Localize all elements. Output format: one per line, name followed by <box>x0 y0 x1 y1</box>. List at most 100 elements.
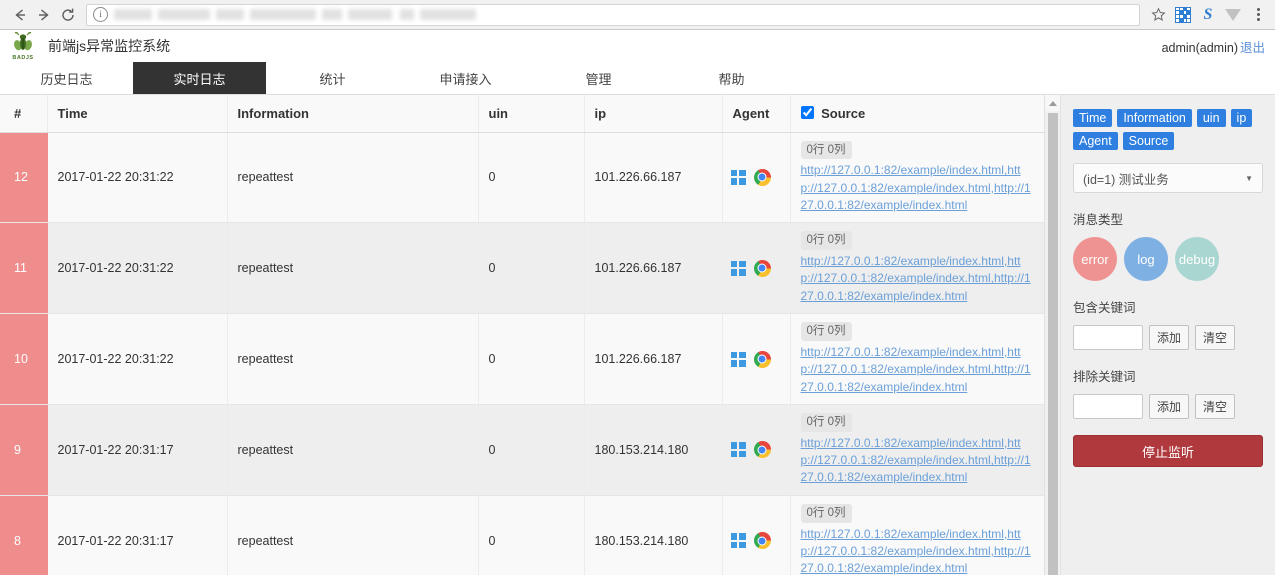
user-area: admin(admin) 退出 <box>1162 37 1265 56</box>
exclude-keyword-row: 添加 清空 <box>1073 394 1263 419</box>
cell-source: 0行 0列 http://127.0.0.1:82/example/index.h… <box>790 313 1047 406</box>
column-chip-source[interactable]: Source <box>1122 132 1175 150</box>
cell-information: repeattest <box>227 222 479 315</box>
cell-information: repeattest <box>227 404 479 496</box>
agent-icons <box>730 532 782 550</box>
kebab-menu-icon[interactable] <box>1249 6 1267 24</box>
col-information[interactable]: Information <box>227 95 479 133</box>
col-agent[interactable]: Agent <box>722 95 791 133</box>
col-time[interactable]: Time <box>47 95 228 133</box>
tab-help[interactable]: 帮助 <box>665 62 798 94</box>
exclude-keyword-label: 排除关键词 <box>1073 370 1136 384</box>
scrollbar-thumb[interactable] <box>1048 113 1058 575</box>
column-chip-information[interactable]: Information <box>1117 109 1192 127</box>
app-header: BADJS 前端js异常监控系统 admin(admin) 退出 <box>0 30 1275 62</box>
tab-statistics[interactable]: 统计 <box>266 62 399 94</box>
sogou-icon[interactable]: S <box>1199 6 1217 24</box>
log-table-container: # Time Information uin ip Agent Source 1… <box>0 95 1061 575</box>
table-scrollbar[interactable] <box>1044 95 1060 575</box>
column-chip-time[interactable]: Time <box>1073 109 1113 127</box>
cell-index: 8 <box>0 495 48 575</box>
badjs-wordmark: BADJS <box>12 55 34 61</box>
bookmark-star-icon[interactable] <box>1146 4 1170 26</box>
back-arrow-icon[interactable] <box>8 3 32 27</box>
qr-code-icon[interactable] <box>1174 6 1192 24</box>
project-select[interactable]: (id=1) 测试业务 ▼ <box>1073 163 1263 193</box>
col-ip[interactable]: ip <box>584 95 723 133</box>
source-column-checkbox[interactable] <box>800 105 814 119</box>
tab-manage[interactable]: 管理 <box>532 62 665 94</box>
table-row[interactable]: 10 2017-01-22 20:31:22 repeattest 0 101.226.… <box>0 313 1047 406</box>
cell-uin: 0 <box>478 132 585 224</box>
include-keyword-label: 包含关键词 <box>1073 301 1136 315</box>
cell-agent <box>722 495 791 575</box>
cell-ip: 101.226.66.187 <box>584 313 723 406</box>
username-label: admin(admin) <box>1161 40 1238 55</box>
source-position-badge: 0行 0列 <box>800 140 852 160</box>
col-index[interactable]: # <box>0 95 48 133</box>
source-url-link[interactable]: http://127.0.0.1:82/example/index.html,h… <box>801 162 1036 214</box>
column-chip-ip[interactable]: ip <box>1230 109 1253 127</box>
table-row[interactable]: 9 2017-01-22 20:31:17 repeattest 0 180.153.2… <box>0 404 1047 496</box>
cell-source: 0行 0列 http://127.0.0.1:82/example/index.h… <box>790 132 1047 224</box>
windows-icon <box>730 351 746 367</box>
windows-icon <box>730 442 746 458</box>
logout-link[interactable]: 退出 <box>1240 41 1265 55</box>
cell-agent <box>722 404 791 496</box>
brand[interactable]: BADJS 前端js异常监控系统 <box>6 30 170 61</box>
cell-source: 0行 0列 http://127.0.0.1:82/example/index.h… <box>790 404 1047 496</box>
source-url-link[interactable]: http://127.0.0.1:82/example/index.html,h… <box>801 344 1036 396</box>
extension-icons: S <box>1174 6 1267 24</box>
chrome-icon <box>753 350 771 368</box>
url-text-blurred <box>114 8 1133 22</box>
chrome-icon <box>753 532 771 550</box>
site-info-icon[interactable]: i <box>93 7 108 22</box>
include-keyword-input[interactable] <box>1073 325 1143 350</box>
source-position-badge: 0行 0列 <box>800 231 852 251</box>
msg-type-error[interactable]: error <box>1073 237 1117 281</box>
cell-uin: 0 <box>478 495 585 575</box>
cell-uin: 0 <box>478 313 585 406</box>
include-add-button[interactable]: 添加 <box>1149 325 1190 350</box>
reload-icon[interactable] <box>56 3 80 27</box>
agent-icons <box>730 168 782 186</box>
msg-type-bubbles: error log debug <box>1073 237 1263 281</box>
cell-index: 9 <box>0 404 48 496</box>
col-source-label: Source <box>821 105 866 121</box>
col-uin[interactable]: uin <box>478 95 585 133</box>
stop-listening-button[interactable]: 停止监听 <box>1073 435 1263 467</box>
windows-icon <box>730 533 746 549</box>
table-row[interactable]: 11 2017-01-22 20:31:22 repeattest 0 101.226.… <box>0 222 1047 315</box>
address-bar[interactable]: i <box>86 3 1140 26</box>
cell-index: 10 <box>0 313 48 406</box>
table-header-row: # Time Information uin ip Agent Source <box>0 95 1046 133</box>
msg-type-debug[interactable]: debug <box>1175 237 1219 281</box>
cell-ip: 101.226.66.187 <box>584 222 723 315</box>
tab-realtime-log[interactable]: 实时日志 <box>133 62 266 94</box>
table-row[interactable]: 8 2017-01-22 20:31:17 repeattest 0 180.153.2… <box>0 495 1047 575</box>
tab-apply-access[interactable]: 申请接入 <box>399 62 532 94</box>
forward-arrow-icon[interactable] <box>32 3 56 27</box>
column-chip-uin[interactable]: uin <box>1196 109 1226 127</box>
table-row[interactable]: 12 2017-01-22 20:31:22 repeattest 0 101.226.… <box>0 132 1047 224</box>
source-url-link[interactable]: http://127.0.0.1:82/example/index.html,h… <box>801 526 1036 575</box>
cell-information: repeattest <box>227 313 479 406</box>
cell-index: 12 <box>0 132 48 224</box>
exclude-clear-button[interactable]: 清空 <box>1195 394 1236 419</box>
column-chip-agent[interactable]: Agent <box>1073 132 1118 150</box>
log-table: # Time Information uin ip Agent Source 1… <box>0 95 1047 575</box>
cone-icon[interactable] <box>1224 6 1242 24</box>
windows-icon <box>730 260 746 276</box>
tab-history-log[interactable]: 历史日志 <box>0 62 133 94</box>
agent-icons <box>730 350 782 368</box>
scroll-up-arrow-icon[interactable] <box>1045 95 1060 111</box>
exclude-keyword-input[interactable] <box>1073 394 1143 419</box>
exclude-add-button[interactable]: 添加 <box>1149 394 1190 419</box>
include-clear-button[interactable]: 清空 <box>1195 325 1236 350</box>
source-url-link[interactable]: http://127.0.0.1:82/example/index.html,h… <box>801 435 1036 487</box>
cell-agent <box>722 132 791 224</box>
msg-type-log[interactable]: log <box>1124 237 1168 281</box>
col-source[interactable]: Source <box>790 95 1046 133</box>
agent-icons <box>730 259 782 277</box>
source-url-link[interactable]: http://127.0.0.1:82/example/index.html,h… <box>801 253 1036 305</box>
